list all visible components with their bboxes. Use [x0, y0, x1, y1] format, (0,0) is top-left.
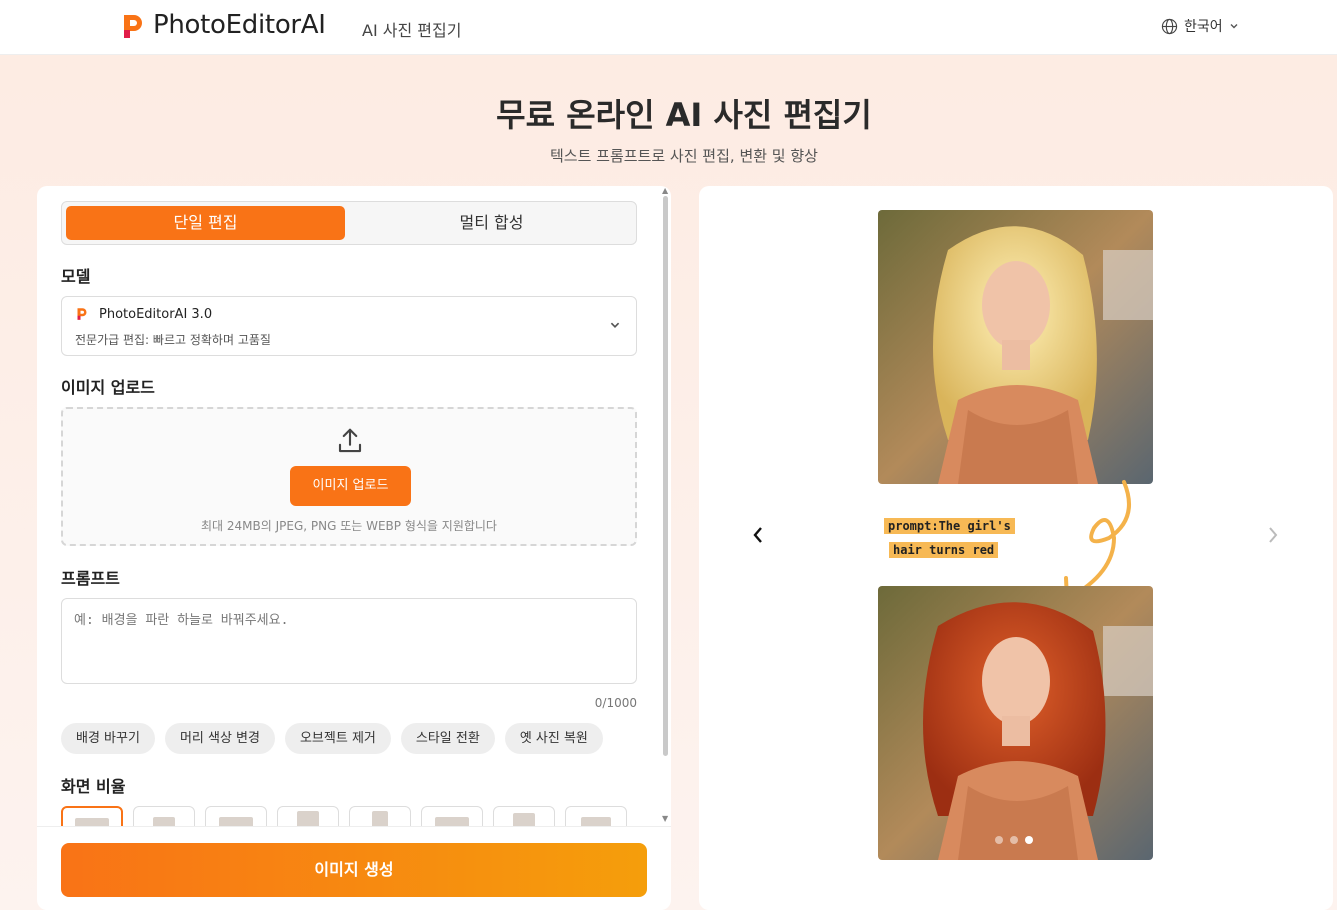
scroll-up-arrow[interactable]: ▲: [662, 186, 668, 195]
generate-image-button[interactable]: 이미지 생성: [61, 843, 647, 897]
model-select[interactable]: PhotoEditorAI 3.0 전문가급 편집: 빠르고 정확하며 고품질: [61, 296, 637, 356]
brand-name[interactable]: PhotoEditorAI: [153, 10, 326, 40]
aspect-ratio-option[interactable]: [277, 806, 339, 826]
model-logo-icon: [77, 308, 87, 320]
tab-multi-compose[interactable]: 멀티 합성: [352, 206, 631, 240]
chip-change-hair-color[interactable]: 머리 색상 변경: [164, 723, 275, 754]
chip-style-transfer[interactable]: 스타일 전환: [400, 723, 495, 754]
aspect-ratio-option[interactable]: [565, 806, 627, 826]
chip-remove-object[interactable]: 오브젝트 제거: [284, 723, 391, 754]
upload-dropzone[interactable]: 이미지 업로드 최대 24MB의 JPEG, PNG 또는 WEBP 형식을 지…: [61, 407, 637, 546]
aspect-ratio-option[interactable]: [421, 806, 483, 826]
before-photo: [878, 210, 1153, 484]
language-label: 한국어: [1184, 19, 1223, 35]
upload-icon: [338, 428, 362, 453]
chevron-down-icon: [1230, 24, 1238, 29]
aspect-ratio-option[interactable]: [493, 806, 555, 826]
brand-logo-icon[interactable]: [121, 13, 145, 40]
prompt-annotation-line: hair turns red: [889, 542, 999, 558]
aspect-ratio-option[interactable]: [205, 806, 267, 826]
upload-hint: 최대 24MB의 JPEG, PNG 또는 WEBP 형식을 지원합니다: [201, 519, 497, 533]
page-title: 무료 온라인 AI 사진 편집기: [496, 96, 872, 134]
carousel-dot[interactable]: [995, 836, 1003, 844]
language-selector[interactable]: 한국어: [1161, 16, 1239, 36]
carousel-next-arrow[interactable]: [1266, 524, 1280, 546]
quick-prompt-chips: 배경 바꾸기 머리 색상 변경 오브젝트 제거 스타일 전환 옛 사진 복원: [61, 723, 603, 754]
model-name: PhotoEditorAI 3.0: [99, 307, 213, 322]
aspect-ratio-option[interactable]: [349, 806, 411, 826]
carousel-dot-active[interactable]: [1025, 836, 1033, 844]
aspect-ratio-label: 화면 비율: [61, 777, 126, 796]
prompt-label: 프롬프트: [61, 569, 120, 588]
preview-panel: prompt:The girl's hair turns red: [699, 186, 1333, 910]
aspect-ratio-option[interactable]: [133, 806, 195, 826]
tab-single-edit[interactable]: 단일 편집: [66, 206, 345, 240]
chip-restore-photo[interactable]: 옛 사진 복원: [504, 723, 603, 754]
prompt-char-count: 0/1000: [594, 696, 637, 710]
scroll-down-arrow[interactable]: ▼: [662, 814, 668, 823]
model-label: 모델: [61, 267, 91, 286]
aspect-ratio-option[interactable]: [61, 806, 123, 826]
carousel-dot[interactable]: [1010, 836, 1018, 844]
prompt-input[interactable]: [61, 598, 637, 684]
editor-scroll-area[interactable]: 단일 편집 멀티 합성 모델 PhotoEditorAI 3.0 전문가급 편집…: [37, 186, 671, 826]
top-header: PhotoEditorAI AI 사진 편집기 한국어: [0, 0, 1337, 55]
after-photo: [878, 586, 1153, 860]
carousel-prev-arrow[interactable]: [751, 524, 765, 546]
editor-panel: 단일 편집 멀티 합성 모델 PhotoEditorAI 3.0 전문가급 편집…: [37, 186, 671, 910]
upload-label: 이미지 업로드: [61, 378, 155, 397]
divider: [37, 826, 671, 827]
prompt-annotation: prompt:The girl's hair turns red: [884, 514, 1015, 562]
chip-change-background[interactable]: 배경 바꾸기: [61, 723, 155, 754]
carousel-dots: [995, 836, 1033, 844]
globe-icon: [1161, 18, 1178, 34]
mode-tabs: 단일 편집 멀티 합성: [61, 201, 637, 245]
aspect-ratio-options: [61, 806, 627, 826]
nav-link-ai-photo-editor[interactable]: AI 사진 편집기: [362, 17, 461, 41]
prompt-annotation-line: prompt:The girl's: [884, 518, 1015, 534]
upload-button[interactable]: 이미지 업로드: [290, 466, 411, 506]
chevron-down-icon: [610, 322, 620, 328]
scrollbar-thumb[interactable]: [663, 196, 668, 756]
model-description: 전문가급 편집: 빠르고 정확하며 고품질: [75, 333, 271, 347]
page-subtitle: 텍스트 프롬프트로 사진 편집, 변환 및 향상: [550, 147, 818, 165]
